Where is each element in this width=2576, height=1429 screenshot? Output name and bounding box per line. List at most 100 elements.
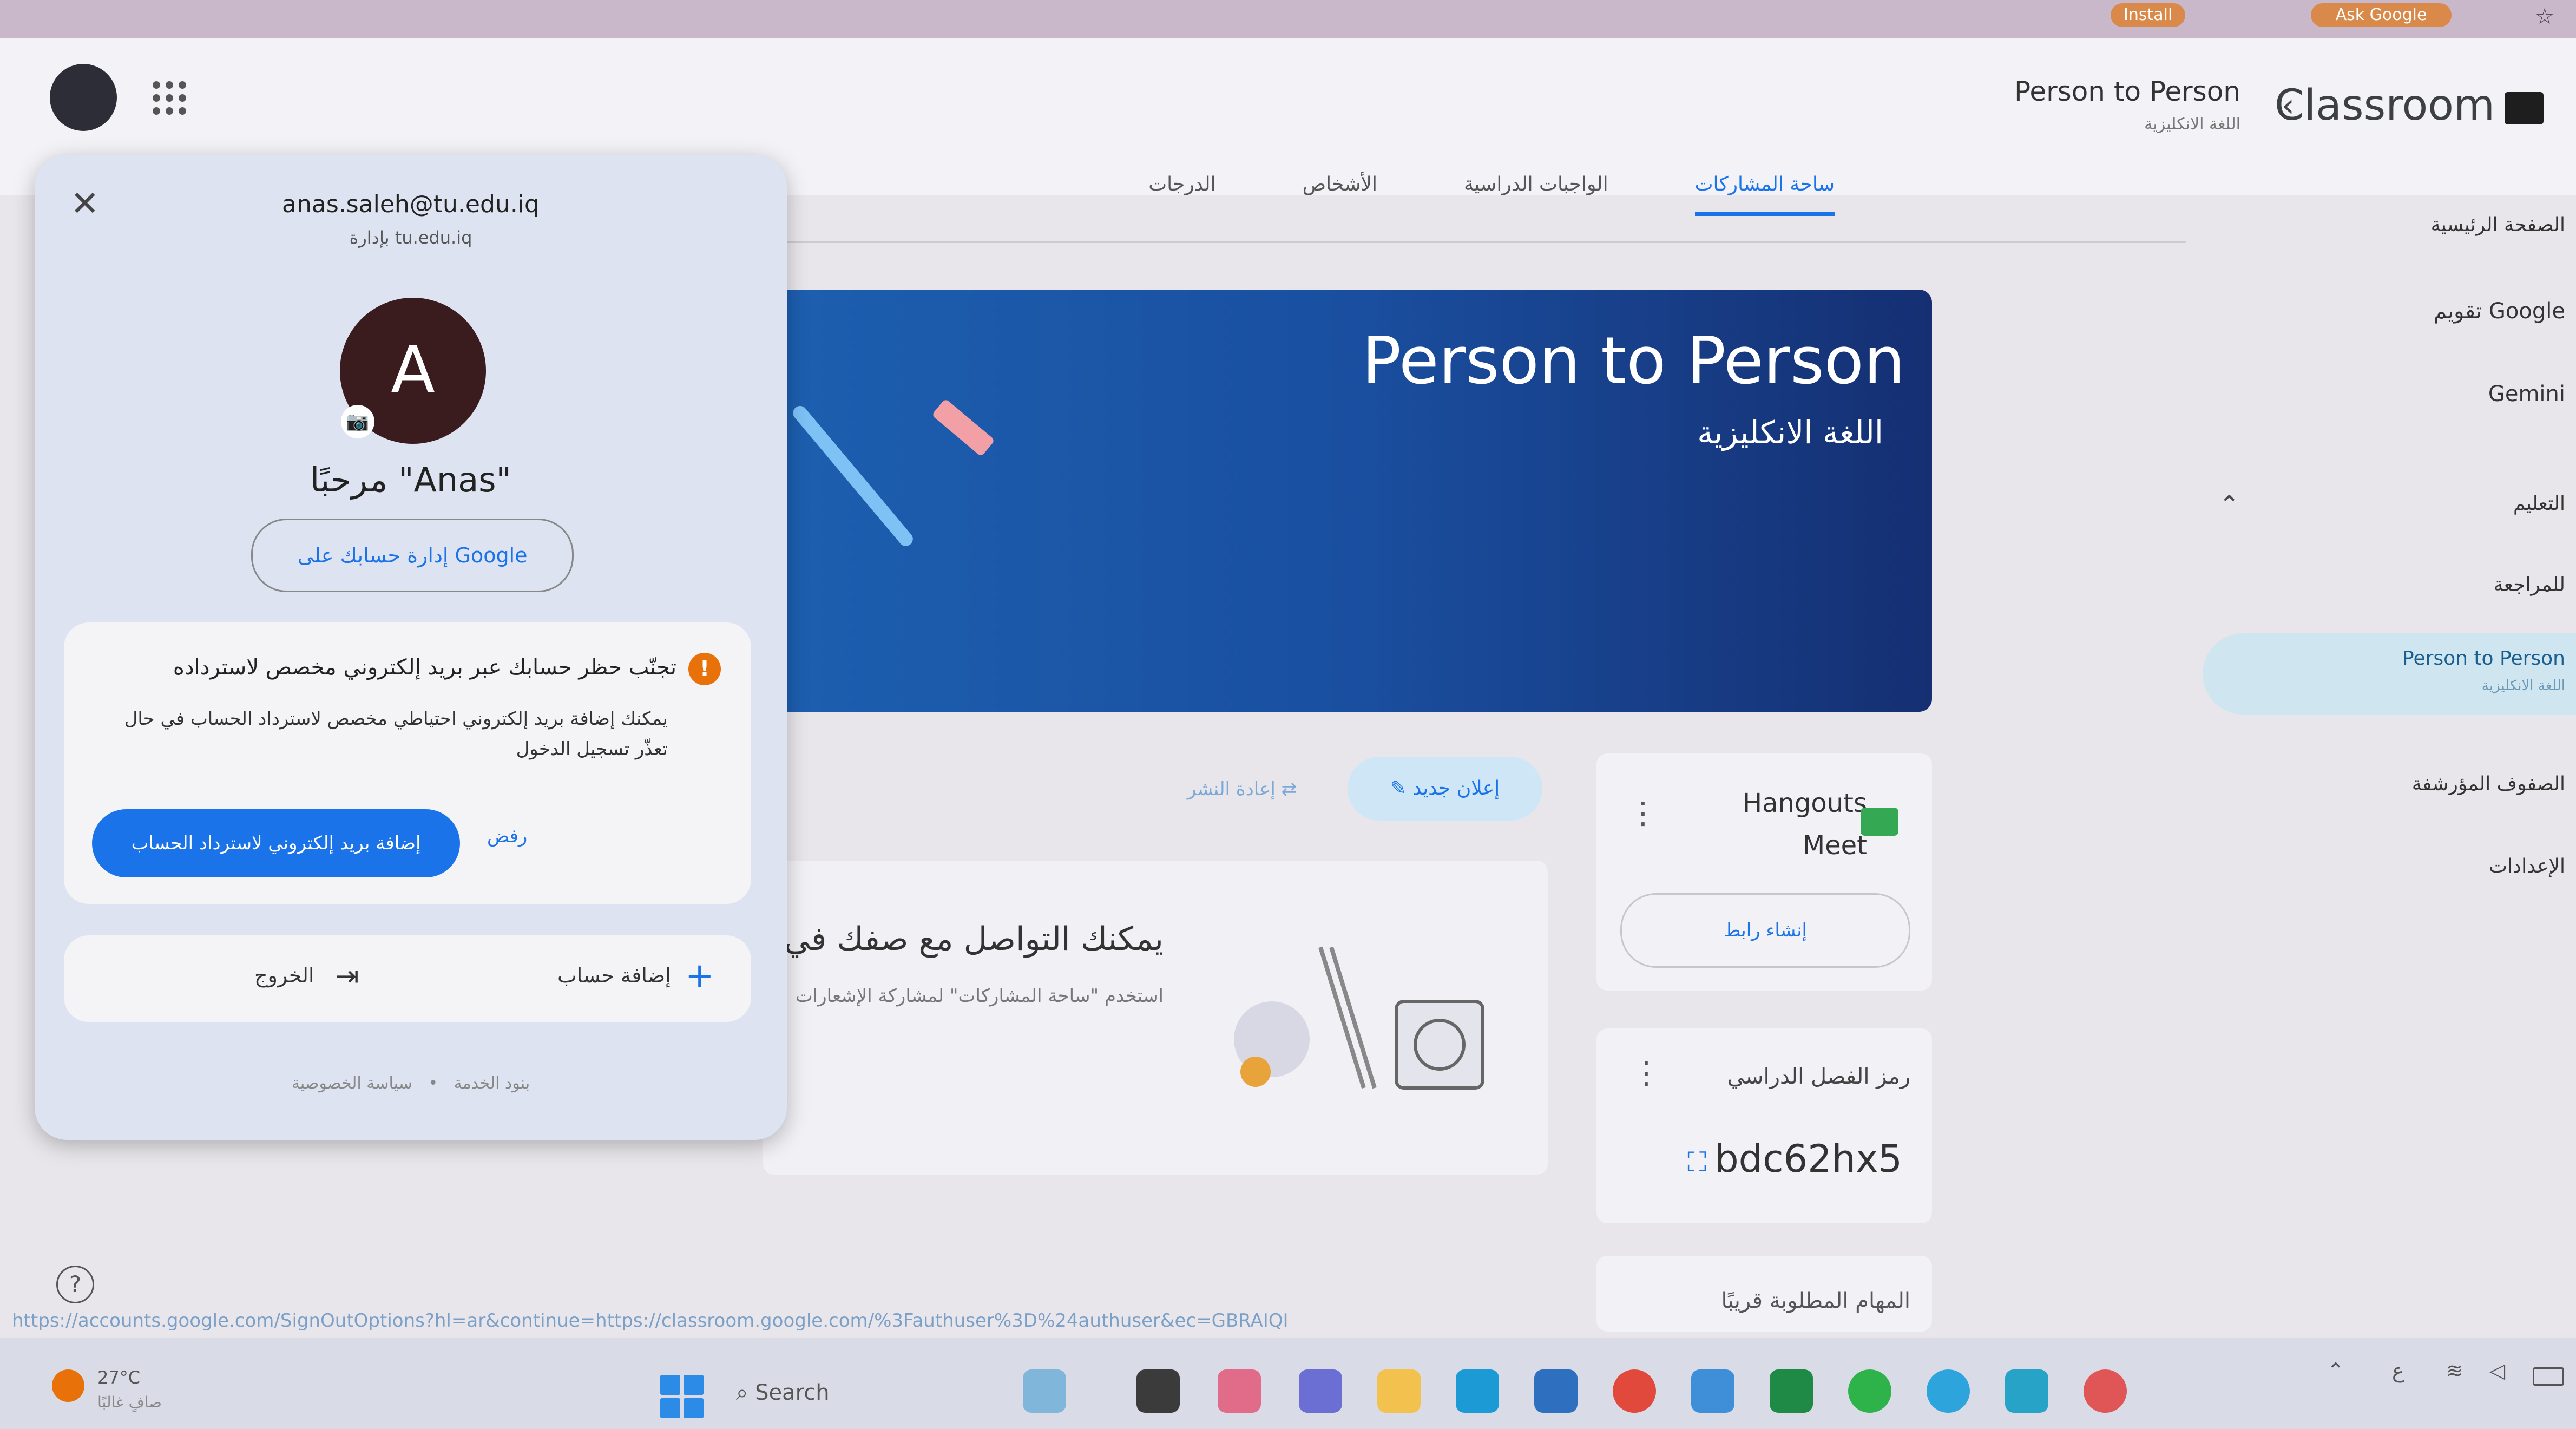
meet-title: Hangouts Meet (1743, 782, 1867, 867)
class-tabs: ساحة المشاركات الواجبات الدراسية الأشخاص… (1148, 173, 1835, 216)
windows-taskbar (0, 1338, 2576, 1429)
app-icon-calc[interactable] (2005, 1369, 2048, 1413)
dismiss-button[interactable]: رفض (487, 825, 527, 847)
sidebar-active-highlight (2203, 633, 2576, 714)
tab-classwork[interactable]: الواجبات الدراسية (1464, 173, 1608, 216)
account-email: anas.saleh@tu.edu.iq (282, 191, 540, 218)
warning-icon: ! (688, 653, 721, 685)
header-class-section: اللغة الانكليزية (2144, 115, 2240, 134)
teams-icon[interactable] (1299, 1369, 1342, 1413)
plus-icon[interactable]: + (685, 956, 714, 996)
excel-icon[interactable] (1770, 1369, 1813, 1413)
store-icon[interactable] (1534, 1369, 1578, 1413)
privacy-link[interactable]: سياسة الخصوصية (292, 1074, 412, 1093)
banner-title: Person to Person (1362, 324, 1905, 399)
copilot-icon[interactable] (1218, 1369, 1261, 1413)
tray-chevron-up-icon[interactable]: ⌃ (2327, 1359, 2344, 1382)
bookmark-star-icon[interactable]: ☆ (2535, 4, 2554, 29)
new-announcement-button[interactable]: ✎ إعلان جديد (1348, 757, 1542, 821)
ask-google-button[interactable]: Ask Google (2311, 3, 2452, 27)
repeat-icon: ⇄ (1275, 778, 1297, 800)
add-recovery-label: إضافة بريد إلكتروني لاسترداد الحساب (131, 833, 421, 854)
meet-title-line1: Hangouts (1742, 788, 1867, 818)
widgets-icon[interactable] (1023, 1369, 1066, 1413)
sidebar-item-person-to-person[interactable]: Person to Person (2208, 647, 2576, 670)
wifi-icon[interactable]: ≋ (2446, 1359, 2463, 1382)
battery-icon[interactable] (2533, 1367, 2564, 1386)
telegram-icon[interactable] (1927, 1369, 1970, 1413)
create-link-button[interactable]: إنشاء رابط (1620, 893, 1910, 968)
pencil-icon: ✎ (1390, 777, 1413, 799)
browser-toolbar (0, 0, 2576, 38)
weather-temperature: 27°C (97, 1367, 141, 1388)
manage-account-button[interactable]: إدارة حسابك على Google (251, 519, 574, 592)
file-explorer-icon[interactable] (1377, 1369, 1421, 1413)
google-apps-icon[interactable] (153, 81, 187, 116)
edge-icon[interactable] (1456, 1369, 1499, 1413)
sidebar-item-archived[interactable]: الصفوف المؤرشفة (2208, 773, 2576, 795)
camera-icon[interactable]: 📷 (341, 405, 374, 438)
sidebar-item-settings[interactable]: الإعدادات (2208, 855, 2576, 877)
sidebar-item-teaching[interactable]: التعليم (2208, 493, 2576, 515)
help-icon[interactable]: ? (56, 1266, 94, 1303)
sidebar-item-to-review[interactable]: للمراجعة (2208, 574, 2576, 596)
repost-label: إعادة النشر (1187, 778, 1276, 800)
app-icon-cloud[interactable] (1691, 1369, 1734, 1413)
weather-condition: صافٍ غالبًا (97, 1393, 162, 1411)
tray-language[interactable]: ع (2392, 1359, 2404, 1382)
meet-logo-icon (1861, 808, 1898, 836)
class-code-more-icon[interactable]: ⋮ (1631, 1056, 1661, 1091)
account-greeting: مرحبًا "Anas" (310, 460, 512, 500)
install-button[interactable]: Install (2111, 3, 2186, 27)
account-avatar-button[interactable] (50, 64, 117, 131)
taskbar-search[interactable]: ⌕ Search (736, 1368, 963, 1417)
sign-out-button[interactable]: الخروج (254, 963, 314, 987)
app-title[interactable]: Classroom (2275, 81, 2495, 130)
stream-empty-subtitle: استخدم "ساحة المشاركات" لمشاركة الإشعارا… (795, 985, 1164, 1007)
tabs-divider (779, 241, 2186, 243)
warning-body: يمكنك إضافة بريد إلكتروني احتياطي مخصص ل… (124, 708, 668, 760)
account-org: بإدارة tu.edu.iq (349, 227, 472, 248)
meet-more-icon[interactable]: ⋮ (1628, 796, 1658, 831)
meet-title-line2: Meet (1802, 830, 1867, 861)
repost-button[interactable]: إعادة النشر ⇄ (1164, 768, 1320, 811)
chrome-profile-icon[interactable] (2084, 1369, 2127, 1413)
chrome-icon[interactable] (1613, 1369, 1656, 1413)
terms-link[interactable]: بنود الخدمة (454, 1074, 530, 1093)
banner-subtitle: اللغة الانكليزية (1697, 414, 1883, 451)
class-code-value: bdc62hx5 (1714, 1137, 1902, 1181)
volume-icon[interactable]: ◁ (2489, 1359, 2505, 1382)
tab-people[interactable]: الأشخاص (1303, 173, 1377, 216)
classroom-logo-icon[interactable] (2505, 92, 2544, 124)
fullscreen-icon[interactable]: ⛶ (1687, 1146, 1706, 1178)
search-icon: ⌕ (736, 1380, 755, 1405)
class-code-label: رمز الفصل الدراسي (1727, 1064, 1910, 1089)
tab-grades[interactable]: الدرجات (1148, 173, 1215, 216)
stream-empty-title: يمكنك التواصل مع صفك في هـ (747, 920, 1164, 958)
add-account-button[interactable]: إضافة حساب (557, 963, 671, 987)
windows-start-icon[interactable] (660, 1375, 704, 1418)
manage-account-label: إدارة حسابك على Google (297, 543, 528, 567)
stream-illustration (1234, 946, 1484, 1090)
announce-label: إعلان جديد (1412, 777, 1500, 799)
tab-stream[interactable]: ساحة المشاركات (1694, 173, 1835, 216)
weather-icon[interactable] (52, 1369, 84, 1402)
footer-separator: • (428, 1074, 438, 1093)
status-bar-url: https://accounts.google.com/SignOutOptio… (12, 1310, 1289, 1332)
install-label: Install (2124, 5, 2173, 24)
app-icon-l[interactable] (1136, 1369, 1180, 1413)
sidebar-item-home[interactable]: الصفحة الرئيسية (2208, 214, 2576, 236)
warning-title: تجنّب حظر حسابك عبر بريد إلكتروني مخصص ل… (173, 655, 676, 680)
popup-footer: بنود الخدمة • سياسة الخصوصية (35, 1074, 787, 1093)
upcoming-label: المهام المطلوبة قريبًا (1721, 1288, 1910, 1313)
add-recovery-email-button[interactable]: إضافة بريد إلكتروني لاسترداد الحساب (92, 809, 460, 877)
create-link-label: إنشاء رابط (1724, 920, 1807, 941)
sidebar-item-person-to-person-sub: اللغة الانكليزية (2481, 678, 2565, 694)
sign-out-icon[interactable]: ⇥ (336, 960, 359, 993)
sidebar-item-gemini[interactable]: Gemini (2208, 382, 2576, 407)
sidebar-item-calendar[interactable]: تقويم Google (2208, 299, 2576, 324)
header-class-name: Person to Person (2014, 76, 2240, 107)
ask-google-label: Ask Google (2335, 5, 2427, 24)
taskbar-search-label: Search (755, 1380, 830, 1405)
whatsapp-icon[interactable] (1848, 1369, 1891, 1413)
